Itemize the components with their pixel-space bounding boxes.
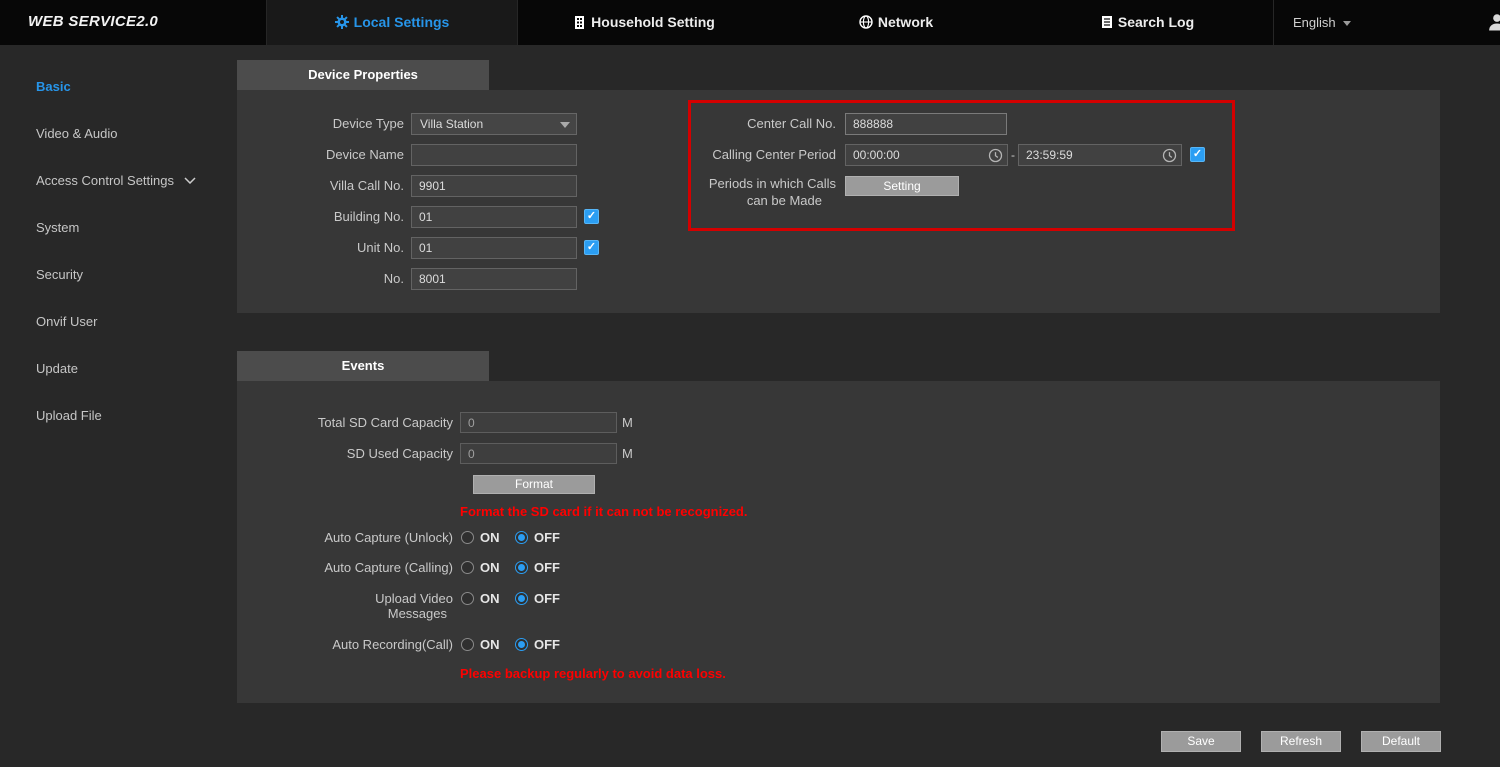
building-icon: [573, 15, 586, 29]
center-call-no-input[interactable]: [845, 113, 1007, 135]
periods-label: Periods in which Calls can be Made: [636, 175, 836, 209]
sidebar-item-upload-file[interactable]: Upload File: [36, 408, 102, 423]
select-caret-icon: [560, 122, 570, 128]
default-button[interactable]: Default: [1361, 731, 1441, 752]
no-label: No.: [237, 268, 404, 290]
calling-center-period-label: Calling Center Period: [636, 144, 836, 166]
sidebar-item-system[interactable]: System: [36, 220, 79, 235]
sidebar-item-onvif-user[interactable]: Onvif User: [36, 314, 97, 329]
villa-call-no-label: Villa Call No.: [237, 175, 404, 197]
auto-recording-call-label: Auto Recording(Call): [237, 637, 453, 652]
tab-label: Search Log: [1118, 14, 1194, 30]
device-type-select[interactable]: Villa Station: [411, 113, 577, 135]
user-icon[interactable]: [1487, 13, 1500, 36]
tab-household-setting[interactable]: Household Setting: [518, 0, 770, 45]
upload-video-on-radio[interactable]: [461, 592, 474, 605]
top-bar: WEB SERVICE2.0 Local Settings Household …: [0, 0, 1500, 45]
unit-no-checkbox[interactable]: [584, 240, 599, 255]
off-label: OFF: [534, 530, 560, 545]
building-no-input[interactable]: [411, 206, 577, 228]
auto-capture-calling-on-radio[interactable]: [461, 561, 474, 574]
tab-label: Household Setting: [591, 14, 715, 30]
tab-network[interactable]: Network: [770, 0, 1022, 45]
language-selector[interactable]: English: [1293, 0, 1351, 45]
sd-used-capacity-input[interactable]: [460, 443, 617, 464]
upload-video-messages-row: Upload Video Messages ON OFF: [237, 591, 837, 623]
on-label: ON: [480, 591, 500, 606]
upload-video-messages-label: Upload Video Messages: [237, 591, 453, 621]
app-logo: WEB SERVICE2.0: [28, 13, 158, 30]
center-call-no-label: Center Call No.: [636, 113, 836, 135]
device-name-input[interactable]: [411, 144, 577, 166]
auto-capture-calling-label: Auto Capture (Calling): [237, 560, 453, 575]
sidebar-item-security[interactable]: Security: [36, 267, 83, 282]
off-label: OFF: [534, 637, 560, 652]
no-input[interactable]: [411, 268, 577, 290]
auto-capture-unlock-label: Auto Capture (Unlock): [237, 530, 453, 545]
device-type-label: Device Type: [237, 113, 404, 135]
events-panel-title: Events: [237, 351, 489, 381]
auto-recording-on-radio[interactable]: [461, 638, 474, 651]
caret-down-icon: [1343, 21, 1351, 26]
device-properties-panel-title: Device Properties: [237, 60, 489, 90]
globe-icon: [859, 15, 873, 29]
tab-label: Local Settings: [354, 14, 450, 30]
off-label: OFF: [534, 560, 560, 575]
sidebar-item-basic[interactable]: Basic: [36, 79, 71, 94]
unit-no-input[interactable]: [411, 237, 577, 259]
period-start-input[interactable]: [846, 145, 1007, 165]
building-no-checkbox[interactable]: [584, 209, 599, 224]
sidebar-item-update[interactable]: Update: [36, 361, 78, 376]
upload-video-off-radio[interactable]: [515, 592, 528, 605]
period-separator: -: [1008, 144, 1018, 166]
sd-used-capacity-unit: M: [622, 443, 633, 464]
refresh-button[interactable]: Refresh: [1261, 731, 1341, 752]
sidebar-item-access-control-settings[interactable]: Access Control Settings: [36, 173, 196, 188]
sd-used-capacity-label: SD Used Capacity: [237, 443, 453, 464]
auto-recording-call-row: Auto Recording(Call) ON OFF: [237, 637, 837, 653]
tab-label: Network: [878, 14, 933, 30]
language-label: English: [1293, 15, 1336, 30]
auto-capture-unlock-off-radio[interactable]: [515, 531, 528, 544]
save-button[interactable]: Save: [1161, 731, 1241, 752]
building-no-label: Building No.: [237, 206, 404, 228]
period-end-field: [1018, 144, 1182, 166]
total-sd-capacity-input[interactable]: [460, 412, 617, 433]
device-name-label: Device Name: [237, 144, 404, 166]
tab-search-log[interactable]: Search Log: [1022, 0, 1274, 45]
villa-call-no-input[interactable]: [411, 175, 577, 197]
total-sd-capacity-label: Total SD Card Capacity: [237, 412, 453, 433]
events-panel: Total SD Card Capacity M SD Used Capacit…: [237, 381, 1440, 703]
period-start-field: [845, 144, 1008, 166]
auto-capture-calling-row: Auto Capture (Calling) ON OFF: [237, 560, 837, 576]
period-end-input[interactable]: [1019, 145, 1181, 165]
clock-icon: [1162, 148, 1177, 163]
tab-local-settings[interactable]: Local Settings: [266, 0, 518, 45]
device-properties-panel: Device Type Villa Station Device Name Vi…: [237, 90, 1440, 313]
total-sd-capacity-unit: M: [622, 412, 633, 433]
off-label: OFF: [534, 591, 560, 606]
chevron-down-icon: [184, 177, 196, 184]
on-label: ON: [480, 637, 500, 652]
clock-icon: [988, 148, 1003, 163]
on-label: ON: [480, 560, 500, 575]
auto-capture-unlock-row: Auto Capture (Unlock) ON OFF: [237, 530, 837, 546]
format-warning-text: Format the SD card if it can not be reco…: [460, 504, 748, 519]
log-icon: [1101, 15, 1113, 29]
auto-capture-unlock-on-radio[interactable]: [461, 531, 474, 544]
backup-warning-text: Please backup regularly to avoid data lo…: [460, 666, 726, 681]
device-type-value: Villa Station: [420, 117, 483, 131]
on-label: ON: [480, 530, 500, 545]
format-button[interactable]: Format: [473, 475, 595, 494]
calling-center-period-checkbox[interactable]: [1190, 147, 1205, 162]
unit-no-label: Unit No.: [237, 237, 404, 259]
setting-button[interactable]: Setting: [845, 176, 959, 196]
gear-icon: [335, 15, 349, 29]
sidebar-item-video-audio[interactable]: Video & Audio: [36, 126, 117, 141]
auto-capture-calling-off-radio[interactable]: [515, 561, 528, 574]
auto-recording-off-radio[interactable]: [515, 638, 528, 651]
